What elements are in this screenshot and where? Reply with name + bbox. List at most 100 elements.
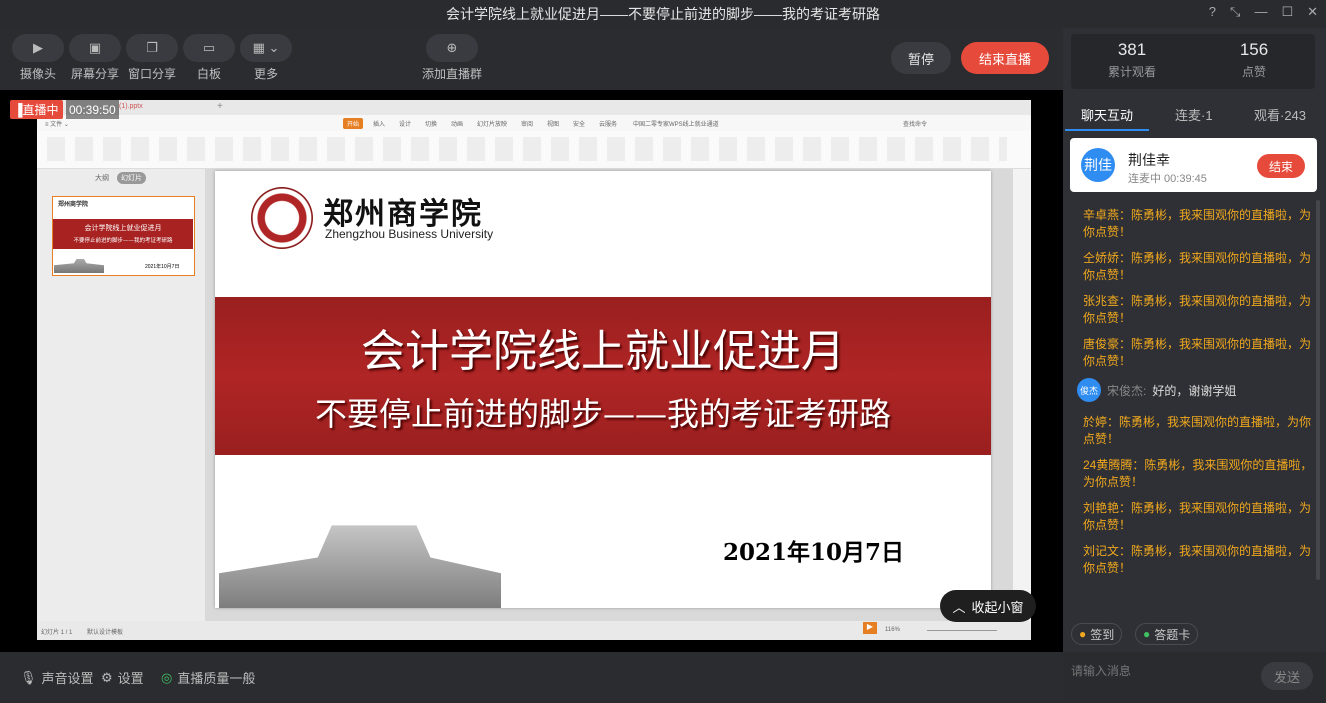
audio-settings-button[interactable]: 🎙 声音设置 (20, 668, 94, 687)
active-tab-indicator (1065, 129, 1149, 131)
tab-design[interactable]: 设计 (399, 119, 411, 128)
tab-linkmic[interactable]: 连麦·1 (1175, 105, 1213, 124)
thumbnail-pane: 大纲 幻灯片 郑州商学院 会计学院线上就业促进月 不要停止前进的脚步——我的考证… (37, 169, 205, 621)
chat-message: 仝娇娇：陈勇彬，我来围观你的直播啦，为你点赞！ (1083, 251, 1312, 282)
slide-date: 2021年10月7日 (723, 539, 905, 566)
answer-card-icon: ● (1143, 627, 1151, 641)
chat-message: 24黄腾腾：陈勇彬，我来围观你的直播啦，为你点赞！ (1083, 458, 1313, 489)
tab-chat[interactable]: 聊天互动 (1081, 105, 1133, 124)
campus-gate-image (219, 525, 501, 608)
slides-tab[interactable]: 幻灯片 (117, 172, 146, 184)
tab-cloud[interactable]: 云服务 (599, 119, 617, 128)
tab-view[interactable]: 视图 (547, 119, 559, 128)
wps-search[interactable]: 查找命令 (903, 119, 927, 128)
checkin-button[interactable]: ● 签到 (1071, 623, 1123, 645)
whiteboard-icon: ▭ (183, 34, 235, 62)
chat-input-row: 发送 (1063, 652, 1326, 703)
play-icon[interactable]: ▶ (863, 622, 877, 634)
help-icon[interactable]: ? (1209, 4, 1216, 20)
tab-security[interactable]: 安全 (573, 119, 585, 128)
add-group-button[interactable]: ⊕ 添加直播群 (422, 34, 482, 82)
answer-card-button[interactable]: ● 答题卡 (1135, 623, 1199, 645)
screen-preview: (1).pptx + ≡ 文件 ⌄ 开始 插入 设计 切换 动画 幻灯片放映 审… (0, 90, 1063, 652)
chat-message: 张兆查：陈勇彬，我来围观你的直播啦，为你点赞！ (1083, 294, 1312, 325)
microphone-icon: 🎙 (20, 669, 37, 685)
shrink-icon[interactable]: ⤡ (1230, 4, 1240, 20)
linkmic-user-name: 荆佳幸 (1128, 152, 1170, 168)
chat-message: 刘艳艳：陈勇彬，我来围观你的直播啦，为你点赞！ (1083, 501, 1312, 532)
camera-button[interactable]: ▶ 摄像头 (12, 34, 64, 82)
window-title: 会计学院线上就业促进月——不要停止前进的脚步——我的考证考研路 (446, 6, 880, 22)
tab-viewers[interactable]: 观看·243 (1254, 105, 1306, 124)
gear-icon: ⚙ (101, 669, 113, 685)
tab-home[interactable]: 开始 (343, 118, 364, 129)
window-share-icon: ❐ (126, 34, 178, 62)
end-linkmic-button[interactable]: 结束 (1257, 154, 1305, 178)
wps-status-bar: 幻灯片 1 / 1 默认设计模板 ▶ 116% (37, 621, 1031, 640)
slide-canvas: 郑州商学院 Zhengzhou Business University 会计学院… (205, 169, 1013, 621)
screen-share-icon: ▣ (69, 34, 121, 62)
window-share-button[interactable]: ❐ 窗口分享 (126, 34, 178, 82)
live-quality-indicator: ◎ 直播质量一般 (161, 669, 256, 687)
chevron-up-icon: ︿ (952, 599, 966, 615)
whiteboard-button[interactable]: ▭ 白板 (183, 34, 235, 82)
outline-tab[interactable]: 大纲 (95, 173, 109, 183)
slide: 郑州商学院 Zhengzhou Business University 会计学院… (215, 171, 991, 608)
university-seal (251, 187, 313, 249)
add-group-icon: ⊕ (426, 34, 478, 62)
tab-slideshow[interactable]: 幻灯片放映 (477, 119, 507, 128)
collapse-preview-button[interactable]: ︿ 收起小窗 (940, 590, 1036, 622)
slide-thumbnail[interactable]: 郑州商学院 会计学院线上就业促进月 不要停止前进的脚步——我的考证考研路 202… (52, 196, 195, 276)
title-band: 会计学院线上就业促进月 不要停止前进的脚步——我的考证考研路 (215, 297, 991, 455)
linkmic-status: 连麦中 00:39:45 (1128, 173, 1207, 185)
live-badge: ▐ 直播中 (10, 100, 63, 119)
avatar: 荆佳 (1081, 148, 1115, 182)
linkmic-user-card: 荆佳 荆佳幸 连麦中 00:39:45 结束 (1070, 138, 1317, 192)
more-button[interactable]: ▦ ⌄ 更多 (240, 34, 292, 82)
thumb-gate-image (54, 259, 104, 273)
signal-icon: ▐ (14, 102, 23, 117)
tab-transition[interactable]: 切换 (425, 119, 437, 128)
wps-ribbon-tabs: ≡ 文件 ⌄ 开始 插入 设计 切换 动画 幻灯片放映 审阅 视图 安全 云服务… (37, 115, 1031, 131)
stats-panel: 381 累计观看 156 点赞 (1071, 34, 1315, 89)
chat-message: 唐俊豪：陈勇彬，我来围观你的直播啦，为你点赞！ (1083, 337, 1312, 368)
zoom-level: 116% (885, 627, 900, 633)
chat-messages: 辛卓燕：陈勇彬，我来围观你的直播啦，为你点赞！ 仝娇娇：陈勇彬，我来围观你的直播… (1063, 200, 1326, 620)
wps-ribbon (37, 131, 1031, 169)
slide-title: 会计学院线上就业促进月 (361, 326, 845, 377)
minimize-icon[interactable]: — (1254, 4, 1267, 20)
new-tab-icon[interactable]: + (217, 101, 223, 112)
close-icon[interactable]: ✕ (1307, 4, 1318, 20)
chat-message: 刘记文：陈勇彬，我来围观你的直播啦，为你点赞！ (1083, 544, 1312, 575)
sidebar-tabs: 聊天互动 连麦·1 观看·243 (1063, 96, 1326, 132)
doc-title-label: 中国二零专家WPS线上就业通道 (633, 122, 719, 128)
ribbon-tools (47, 137, 1007, 161)
wps-doc-tabs: (1).pptx + (37, 100, 1031, 115)
live-elapsed: 00:39:50 (66, 100, 119, 119)
window-controls: ? ⤡ — ☐ ✕ (1209, 4, 1318, 20)
chat-message: 辛卓燕：陈勇彬，我来围观你的直播啦，为你点赞！ (1083, 208, 1312, 239)
tab-review[interactable]: 审阅 (521, 119, 533, 128)
thumb-band: 会计学院线上就业促进月 不要停止前进的脚步——我的考证考研路 (53, 219, 193, 249)
send-button[interactable]: 发送 (1261, 662, 1313, 690)
wps-window: (1).pptx + ≡ 文件 ⌄ 开始 插入 设计 切换 动画 幻灯片放映 审… (37, 100, 1031, 640)
chat-reply: 俊杰 宋俊杰: 好的，谢谢学姐 (1077, 378, 1236, 402)
title-bar: 会计学院线上就业促进月——不要停止前进的脚步——我的考证考研路 ? ⤡ — ☐ … (0, 0, 1326, 28)
chat-input[interactable] (1071, 660, 1251, 682)
chat-scrollbar[interactable] (1316, 200, 1320, 580)
chat-sidebar: 381 累计观看 156 点赞 聊天互动 连麦·1 观看·243 荆佳 荆佳幸 … (1063, 28, 1326, 703)
end-live-button[interactable]: 结束直播 (961, 42, 1049, 74)
zoom-slider[interactable] (927, 630, 997, 631)
quality-icon: ◎ (161, 669, 173, 685)
screen-share-button[interactable]: ▣ 屏幕分享 (69, 34, 121, 82)
school-name-en: Zhengzhou Business University (325, 227, 494, 241)
tab-insert[interactable]: 插入 (373, 119, 385, 128)
pause-button[interactable]: 暂停 (891, 42, 951, 74)
settings-button[interactable]: ⚙ 设置 (101, 668, 144, 687)
total-views-stat: 381 累计观看 (1107, 40, 1156, 79)
checkin-icon: ● (1079, 627, 1087, 641)
slide-subtitle: 不要停止前进的脚步——我的考证考研路 (314, 395, 891, 433)
tab-animation[interactable]: 动画 (451, 119, 463, 128)
chat-message: 於婷：陈勇彬，我来围观你的直播啦，为你点赞！ (1083, 415, 1312, 446)
maximize-icon[interactable]: ☐ (1281, 4, 1293, 20)
